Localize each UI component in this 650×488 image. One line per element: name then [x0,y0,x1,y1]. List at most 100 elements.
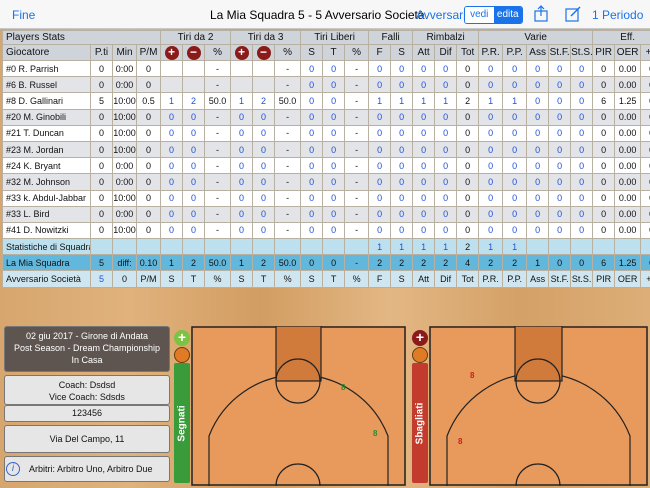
share-icon[interactable] [534,5,548,22]
player-name[interactable]: #32 M. Johnson [2,173,91,191]
stat-cell[interactable]: 0 [502,157,528,175]
remove-shot-button[interactable]: − [182,44,206,61]
stat-cell[interactable]: 0.00 [614,157,642,175]
stat-cell[interactable]: 0 [322,76,346,94]
stat-cell[interactable]: 0 [300,221,324,240]
stat-cell[interactable]: 0 [322,124,346,142]
stat-cell[interactable]: - [344,173,370,191]
stat-cell[interactable]: 0 [90,205,113,223]
stat-cell[interactable]: 0 [390,189,414,207]
stat-cell[interactable]: - [204,205,232,223]
stat-cell[interactable]: 0 [368,173,392,191]
stat-cell[interactable]: 0 [478,140,504,159]
stat-cell[interactable]: 0 [412,221,436,240]
stat-cell[interactable]: - [274,157,302,175]
player-name[interactable]: #41 D. Nowitzki [2,221,91,240]
stat-cell[interactable]: 0 [502,140,528,159]
edit-segment[interactable]: edita [493,7,522,23]
stat-cell[interactable]: 0 [412,59,436,78]
stat-cell[interactable]: 0.5 [135,92,162,110]
stat-cell[interactable]: 0 [592,205,616,223]
stat-cell[interactable]: 0 [368,205,392,223]
stat-cell[interactable]: 0 [230,124,254,142]
stat-cell[interactable]: - [344,124,370,142]
player-name[interactable]: #8 D. Gallinari [2,92,91,110]
stat-cell[interactable]: 0 [182,173,206,191]
stat-cell[interactable]: - [344,221,370,240]
stat-cell[interactable]: 0 [252,108,276,126]
made-shots-court[interactable]: 8 8 [191,326,406,486]
stat-cell[interactable]: 0 [368,108,392,126]
stat-cell[interactable]: 0 [434,124,458,142]
stat-cell[interactable]: - [204,221,232,240]
stat-cell[interactable]: 0 [592,59,616,78]
stat-cell[interactable] [160,76,184,94]
stat-cell[interactable]: 0 [640,124,650,142]
stat-cell[interactable]: 0 [390,108,414,126]
stat-cell[interactable]: 0 [592,189,616,207]
stat-cell[interactable]: 0 [230,140,254,159]
stat-cell[interactable]: - [204,108,232,126]
player-name[interactable]: #21 T. Duncan [2,124,91,142]
add-missed-shot-button[interactable]: + [412,330,428,346]
stat-cell[interactable]: 50.0 [274,92,302,110]
stat-cell[interactable]: - [204,140,232,159]
stat-cell[interactable]: 0 [592,108,616,126]
stat-cell[interactable]: 0 [592,124,616,142]
stat-cell[interactable]: 0 [548,189,572,207]
stat-cell[interactable]: 1 [412,92,436,110]
stat-cell[interactable]: - [344,92,370,110]
stat-cell[interactable]: 0 [570,76,594,94]
stat-cell[interactable]: 0.00 [614,221,642,240]
table-row[interactable]: #24 K. Bryant 0 0:00 0 0 0-0 0-0 0-0 0 0 0 0 0 0 0 0 0 0 0… [2,157,650,175]
plus-icon[interactable]: + [164,45,179,60]
stat-cell[interactable]: 0 [322,221,346,240]
stat-cell[interactable]: 0.00 [614,124,642,142]
stat-cell[interactable]: - [344,140,370,159]
plus-icon[interactable]: + [234,45,249,60]
stat-cell[interactable]: 0 [322,108,346,126]
stat-cell[interactable]: 0 [390,76,414,94]
stat-cell[interactable]: 0 [368,76,392,94]
stat-cell[interactable]: 0 [478,59,504,78]
stat-cell[interactable]: 0 [182,189,206,207]
table-row[interactable]: #8 D. Gallinari 5 10:00 0.5 1 2 50.0 1 2 50.0 0 0-1… [2,92,650,110]
stat-cell[interactable]: 0 [478,157,504,175]
stat-cell[interactable]: 0 [368,157,392,175]
stat-cell[interactable]: 0 [526,157,550,175]
code-card[interactable]: 123456 [4,405,170,422]
stat-cell[interactable]: 0 [570,189,594,207]
stat-cell[interactable]: 0:00 [112,76,137,94]
player-name[interactable]: #24 K. Bryant [2,157,91,175]
player-name[interactable]: #33 L. Bird [2,205,91,223]
stat-cell[interactable]: 1 [434,92,458,110]
stat-cell[interactable]: 0:00 [112,59,137,78]
player-name[interactable]: #33 k. Abdul-Jabbar [2,189,91,207]
stat-cell[interactable]: 0 [390,221,414,240]
stat-cell[interactable]: 0 [434,221,458,240]
stat-cell[interactable]: 0.00 [614,173,642,191]
stat-cell[interactable]: - [204,124,232,142]
missed-shots-court[interactable]: 8 8 [429,326,648,486]
stat-cell[interactable]: 0 [300,92,324,110]
stat-cell[interactable]: 0 [90,173,113,191]
stat-cell[interactable]: 0 [456,124,480,142]
stat-cell[interactable]: 1 [502,92,528,110]
stat-cell[interactable]: 0 [390,59,414,78]
stat-cell[interactable]: 0 [456,221,480,240]
stat-cell[interactable]: - [274,205,302,223]
stat-cell[interactable]: 0 [135,221,162,240]
stat-cell[interactable]: 0 [368,124,392,142]
stat-cell[interactable] [230,59,254,78]
stat-cell[interactable]: 0 [160,124,184,142]
stat-cell[interactable]: - [274,108,302,126]
stat-cell[interactable]: 0 [570,92,594,110]
stat-cell[interactable]: 0 [230,173,254,191]
stat-cell[interactable]: 10:00 [112,221,137,240]
add-shot-button[interactable]: + [230,44,254,61]
stat-cell[interactable]: 1 [230,92,254,110]
stat-cell[interactable]: 0 [412,157,436,175]
stat-cell[interactable]: 0.00 [614,59,642,78]
stat-cell[interactable]: 0 [368,221,392,240]
stat-cell[interactable]: 0 [368,59,392,78]
